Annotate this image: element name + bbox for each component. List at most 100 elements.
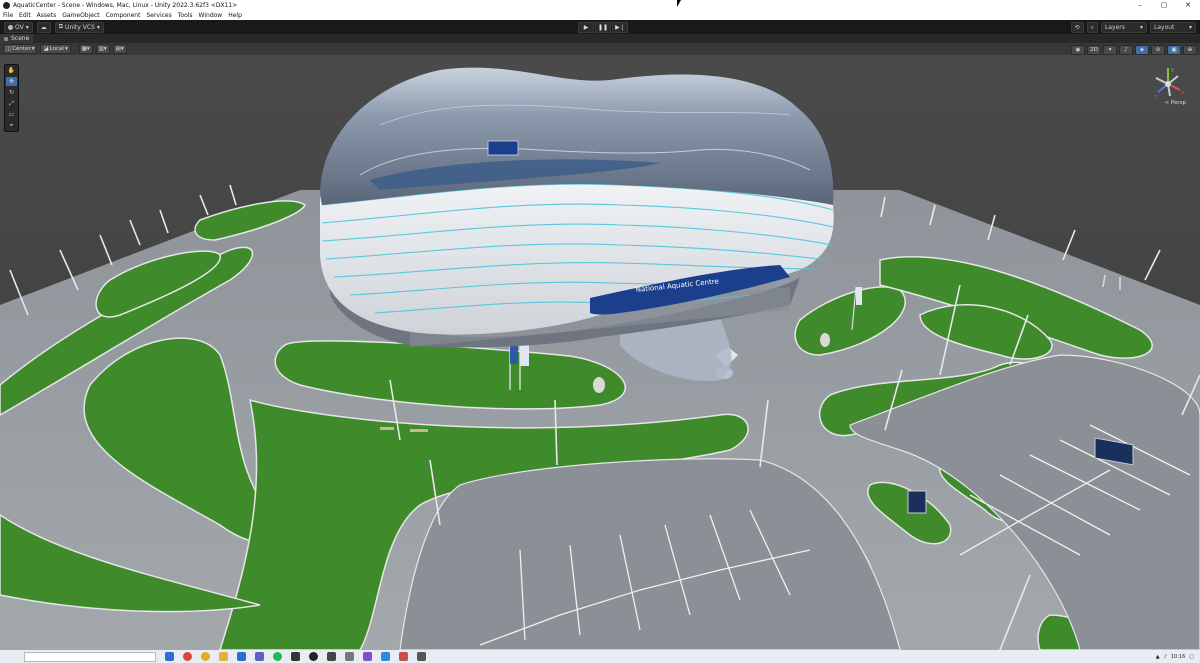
- window-title: AquaticCenter - Scene - Windows, Mac, Li…: [13, 1, 238, 9]
- cloud-button[interactable]: ☁: [36, 21, 51, 33]
- notification-icon[interactable]: ▢: [1189, 654, 1194, 660]
- chrome-icon[interactable]: [201, 652, 210, 661]
- app-icon-3[interactable]: [417, 652, 426, 661]
- spotify-icon[interactable]: [273, 652, 282, 661]
- effects-dropdown[interactable]: ◈: [1135, 45, 1149, 55]
- app-icon-2[interactable]: [399, 652, 408, 661]
- eye-off-icon: ⊘: [1155, 47, 1161, 53]
- scale-tool-icon[interactable]: ⤢: [6, 99, 17, 108]
- increment-snap-dropdown-2[interactable]: ▤▾: [112, 44, 127, 54]
- chevron-down-icon: ▾: [25, 23, 29, 31]
- transform-tools: ✋ ✥ ↻ ⤢ ▭ ⌖: [4, 64, 19, 132]
- vcs-label: Unity VCS: [65, 23, 95, 31]
- teams-icon[interactable]: [255, 652, 264, 661]
- pivot-rotation-dropdown[interactable]: ◪ Local ▾: [40, 44, 71, 54]
- network-icon[interactable]: ▲: [1156, 654, 1160, 660]
- chevron-down-icon: ▾: [96, 23, 100, 31]
- menu-tools[interactable]: Tools: [178, 12, 193, 19]
- sphere-icon: ◉: [1075, 47, 1081, 53]
- undo-history-button[interactable]: ⟲: [1070, 22, 1084, 33]
- menu-gameobject[interactable]: GameObject: [62, 12, 99, 19]
- unity-hub-icon[interactable]: [309, 652, 318, 661]
- rotate-tool-icon[interactable]: ↻: [6, 88, 17, 97]
- gizmo-x-label: x: [1181, 90, 1184, 96]
- mode-2d-label: 2D: [1090, 47, 1098, 53]
- pause-button[interactable]: ❚❚: [595, 22, 611, 33]
- menu-component[interactable]: Component: [106, 12, 141, 19]
- menu-edit[interactable]: Edit: [19, 12, 31, 19]
- scene-viewport[interactable]: National Aquatic Centre ✋ ✥ ↻ ⤢ ▭ ⌖ y x …: [0, 55, 1200, 650]
- taskbar-search[interactable]: [24, 651, 156, 662]
- local-icon: ◪: [43, 46, 49, 52]
- browser-icon[interactable]: [183, 652, 192, 661]
- grid-snap-dropdown[interactable]: ▦▾: [78, 44, 93, 54]
- search-button[interactable]: ⌕: [1086, 22, 1098, 33]
- explorer-icon[interactable]: [219, 652, 228, 661]
- chevron-down-icon: ▾: [64, 46, 68, 52]
- effects-icon: ◈: [1139, 47, 1145, 53]
- tab-scene[interactable]: Scene: [0, 34, 34, 43]
- maximize-button[interactable]: ▢: [1152, 0, 1176, 10]
- menu-help[interactable]: Help: [228, 12, 242, 19]
- statue-2: [820, 333, 830, 347]
- pivot-icon: ◫: [6, 46, 12, 52]
- pivot-mode-dropdown[interactable]: ◫ Center ▾: [3, 44, 38, 54]
- mail-icon[interactable]: [237, 652, 246, 661]
- transform-tool-icon[interactable]: ⌖: [6, 121, 17, 130]
- account-label: OV: [15, 23, 24, 31]
- visual-studio-icon[interactable]: [363, 652, 372, 661]
- lighting-toggle[interactable]: ✦: [1103, 45, 1117, 55]
- menu-bar: File Edit Assets GameObject Component Se…: [0, 10, 1200, 20]
- projection-label[interactable]: < Persp: [1165, 100, 1186, 106]
- pivot-label: Center: [12, 46, 31, 52]
- play-controls: ▶ ❚❚ ▶❘: [578, 22, 629, 33]
- search-icon: ⌕: [1090, 23, 1094, 31]
- layout-dropdown[interactable]: Layout ▾: [1150, 22, 1196, 33]
- menu-services[interactable]: Services: [146, 12, 171, 19]
- menu-file[interactable]: File: [3, 12, 13, 19]
- vcs-dropdown[interactable]: ⧉ Unity VCS ▾: [54, 21, 104, 33]
- snap-icon: ▥▾: [98, 46, 107, 52]
- unity-logo-icon: [3, 1, 10, 9]
- window-controls: – ▢ ✕: [1128, 0, 1200, 10]
- volume-icon[interactable]: ♪: [1164, 654, 1167, 660]
- settings-icon[interactable]: [345, 652, 354, 661]
- app-icon-1[interactable]: [381, 652, 390, 661]
- gizmo-z-label: z: [1154, 94, 1157, 100]
- rect-tool-icon[interactable]: ▭: [6, 110, 17, 119]
- history-icon: ⟲: [1074, 24, 1080, 31]
- clock[interactable]: 10:16: [1171, 654, 1185, 660]
- mouse-cursor-icon: [677, 0, 681, 7]
- increment-snap-dropdown[interactable]: ▥▾: [95, 44, 110, 54]
- account-icon: [8, 24, 13, 30]
- space-label: Local: [49, 46, 64, 52]
- step-button[interactable]: ▶❘: [612, 22, 628, 33]
- layers-label: Layers: [1105, 24, 1125, 31]
- audio-toggle[interactable]: ♪: [1119, 45, 1133, 55]
- chevron-down-icon: ▾: [31, 46, 35, 52]
- terminal-icon[interactable]: [291, 652, 300, 661]
- move-tool-icon[interactable]: ✥: [6, 77, 17, 86]
- menu-window[interactable]: Window: [199, 12, 223, 19]
- unity-editor-icon[interactable]: [327, 652, 336, 661]
- gizmos-dropdown[interactable]: ⊕: [1183, 45, 1197, 55]
- task-view-icon[interactable]: [165, 652, 174, 661]
- scene-icon: [4, 36, 8, 41]
- minimize-button[interactable]: –: [1128, 0, 1152, 10]
- gizmos-icon: ⊕: [1187, 47, 1193, 53]
- draw-mode-dropdown[interactable]: ◉: [1071, 45, 1085, 55]
- menu-assets[interactable]: Assets: [37, 12, 57, 19]
- bench-1: [380, 427, 394, 430]
- hidden-objects-toggle[interactable]: ⊘: [1151, 45, 1165, 55]
- layout-label: Layout: [1154, 24, 1175, 31]
- statue-1: [593, 377, 605, 393]
- layers-dropdown[interactable]: Layers ▾: [1101, 22, 1147, 33]
- window-title-bar: AquaticCenter - Scene - Windows, Mac, Li…: [0, 0, 1200, 10]
- hand-tool-icon[interactable]: ✋: [6, 66, 17, 75]
- account-dropdown[interactable]: OV ▾: [4, 21, 33, 33]
- close-button[interactable]: ✕: [1176, 0, 1200, 10]
- toggle-2d-button[interactable]: 2D: [1087, 45, 1101, 55]
- play-button[interactable]: ▶: [578, 22, 594, 33]
- camera-settings-dropdown[interactable]: ▣: [1167, 45, 1181, 55]
- chevron-down-icon: ▾: [1188, 24, 1192, 31]
